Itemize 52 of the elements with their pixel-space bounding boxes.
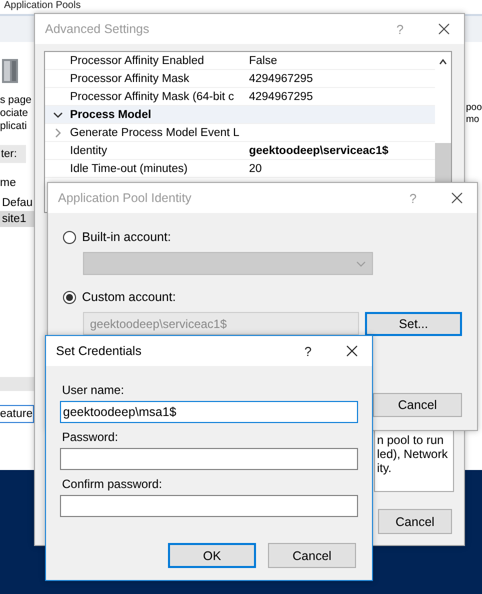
- cancel-button[interactable]: Cancel: [268, 543, 356, 568]
- property-name: Processor Affinity Mask: [70, 72, 190, 84]
- cancel-button[interactable]: Cancel: [378, 509, 452, 534]
- description-text: led), Network: [377, 447, 449, 461]
- description-text: s page: [0, 94, 33, 107]
- field-label: Password:: [62, 430, 120, 445]
- scrollbar[interactable]: [0, 377, 34, 391]
- column-header: me: [0, 177, 17, 189]
- caret-icon: [356, 260, 366, 266]
- description-text: poo: [466, 102, 482, 114]
- field-label: User name:: [62, 383, 126, 398]
- property-name: Generate Process Model Event L: [70, 126, 240, 138]
- server-icon: [0, 58, 20, 84]
- close-icon[interactable]: [451, 192, 463, 204]
- chevron-icon[interactable]: [52, 110, 62, 120]
- field-label: Confirm password:: [62, 477, 164, 492]
- property-value: 20: [248, 162, 262, 174]
- set-button[interactable]: Set...: [365, 312, 462, 336]
- list-item[interactable]: site1: [0, 211, 34, 227]
- help-button[interactable]: ?: [298, 344, 318, 358]
- property-name: Idle Time-out (minutes): [70, 162, 189, 174]
- window-title: Application Pool Identity: [58, 191, 192, 205]
- cancel-button[interactable]: Cancel: [373, 393, 462, 417]
- property-name: Processor Affinity Enabled: [70, 54, 206, 66]
- close-icon[interactable]: [438, 23, 450, 35]
- property-value: False: [248, 54, 278, 66]
- radio-label: Built-in account:: [82, 230, 171, 244]
- scroll-up-icon[interactable]: [438, 57, 448, 67]
- description-text: ociate: [0, 107, 30, 120]
- description-text: mo: [466, 114, 480, 126]
- property-value: geektoodeep\serviceac1$: [248, 144, 388, 156]
- property-name: Processor Affinity Mask (64-bit c: [70, 90, 236, 102]
- property-name: Process Model: [70, 108, 152, 120]
- window-title: Advanced Settings: [45, 22, 150, 36]
- radio-button[interactable]: [63, 230, 76, 244]
- radio-label: Custom account:: [82, 290, 176, 304]
- property-value: 4294967295: [248, 72, 313, 84]
- description-text: plicati: [0, 120, 28, 133]
- filter-button[interactable]: ter:: [0, 145, 26, 163]
- radio-button[interactable]: [63, 290, 76, 304]
- input-field[interactable]: [60, 495, 358, 517]
- window-title: Set Credentials: [56, 344, 142, 358]
- window-title: Application Pools: [4, 0, 81, 12]
- input-field[interactable]: geektoodeep\msa1$: [60, 401, 358, 423]
- description-text: n pool to run: [377, 433, 445, 447]
- property-name: Identity: [70, 144, 108, 156]
- close-icon[interactable]: [346, 345, 358, 357]
- input-field[interactable]: [60, 448, 358, 470]
- ok-button[interactable]: OK: [168, 543, 256, 568]
- description-text: ity.: [377, 461, 392, 475]
- property-value: 4294967295: [248, 90, 313, 102]
- list-item[interactable]: Defau: [0, 195, 34, 211]
